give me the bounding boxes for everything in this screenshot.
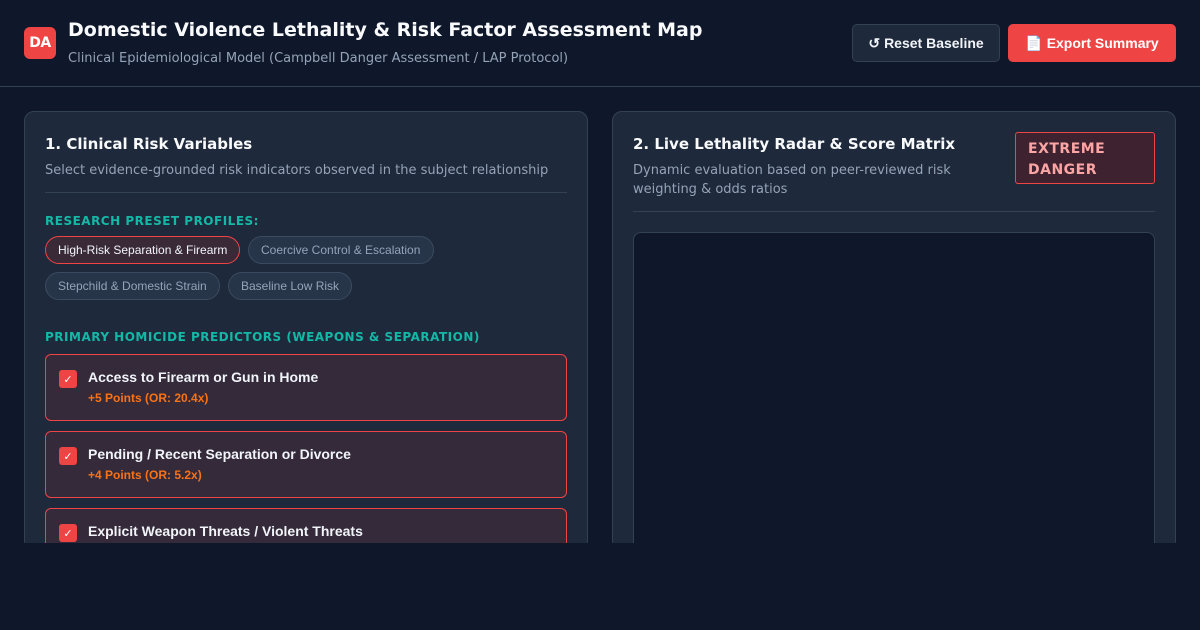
danger-level-badge: EXTREME DANGER xyxy=(1015,132,1155,184)
presets-section-label: RESEARCH PRESET PROFILES: xyxy=(45,214,259,228)
lethality-radar-subtitle: Dynamic evaluation based on peer-reviewe… xyxy=(633,163,951,197)
export-summary-button[interactable]: 📄 Export Summary xyxy=(1008,24,1176,62)
divider xyxy=(633,211,1155,212)
radar-chart-area xyxy=(633,232,1155,550)
risk-item-points: +4 Points (OR: 5.2x) xyxy=(88,468,202,482)
risk-item-separation[interactable]: ✓ Pending / Recent Separation or Divorce… xyxy=(45,431,567,498)
checkbox-checked-icon[interactable]: ✓ xyxy=(59,370,77,388)
risk-item-points: +5 Points (OR: 20.4x) xyxy=(88,391,209,405)
preset-chip-coercive-control[interactable]: Coercive Control & Escalation xyxy=(248,236,434,264)
divider xyxy=(45,192,567,193)
reset-icon: ↺ xyxy=(868,34,881,51)
risk-item-label: Pending / Recent Separation or Divorce xyxy=(88,446,351,462)
risk-item-label: Access to Firearm or Gun in Home xyxy=(88,369,319,385)
preset-chip-baseline-low[interactable]: Baseline Low Risk xyxy=(228,272,352,300)
app-header: DA Domestic Violence Lethality & Risk Fa… xyxy=(0,0,1200,87)
risk-variables-title: 1. Clinical Risk Variables xyxy=(45,135,253,153)
reset-baseline-label: Reset Baseline xyxy=(884,35,984,51)
reset-baseline-button[interactable]: ↺ Reset Baseline xyxy=(852,24,1000,62)
risk-item-label: Explicit Weapon Threats / Violent Threat… xyxy=(88,523,363,539)
lethality-radar-panel: 2. Live Lethality Radar & Score Matrix D… xyxy=(612,111,1176,551)
checkbox-checked-icon[interactable]: ✓ xyxy=(59,447,77,465)
document-icon: 📄 xyxy=(1025,34,1043,51)
preset-chip-separation-firearm[interactable]: High-Risk Separation & Firearm xyxy=(45,236,240,264)
app-logo: DA xyxy=(24,27,56,59)
checkbox-checked-icon[interactable]: ✓ xyxy=(59,524,77,542)
page-background xyxy=(0,543,1200,630)
page-title: Domestic Violence Lethality & Risk Facto… xyxy=(68,19,703,41)
risk-item-firearm[interactable]: ✓ Access to Firearm or Gun in Home +5 Po… xyxy=(45,354,567,421)
risk-variables-panel: 1. Clinical Risk Variables Select eviden… xyxy=(24,111,588,551)
lethality-radar-title: 2. Live Lethality Radar & Score Matrix xyxy=(633,135,956,153)
risk-variables-subtitle: Select evidence-grounded risk indicators… xyxy=(45,163,549,178)
predictors-section-label: PRIMARY HOMICIDE PREDICTORS (WEAPONS & S… xyxy=(45,330,480,344)
preset-chip-stepchild-strain[interactable]: Stepchild & Domestic Strain xyxy=(45,272,220,300)
export-summary-label: Export Summary xyxy=(1046,35,1159,51)
page-subtitle: Clinical Epidemiological Model (Campbell… xyxy=(68,51,569,66)
